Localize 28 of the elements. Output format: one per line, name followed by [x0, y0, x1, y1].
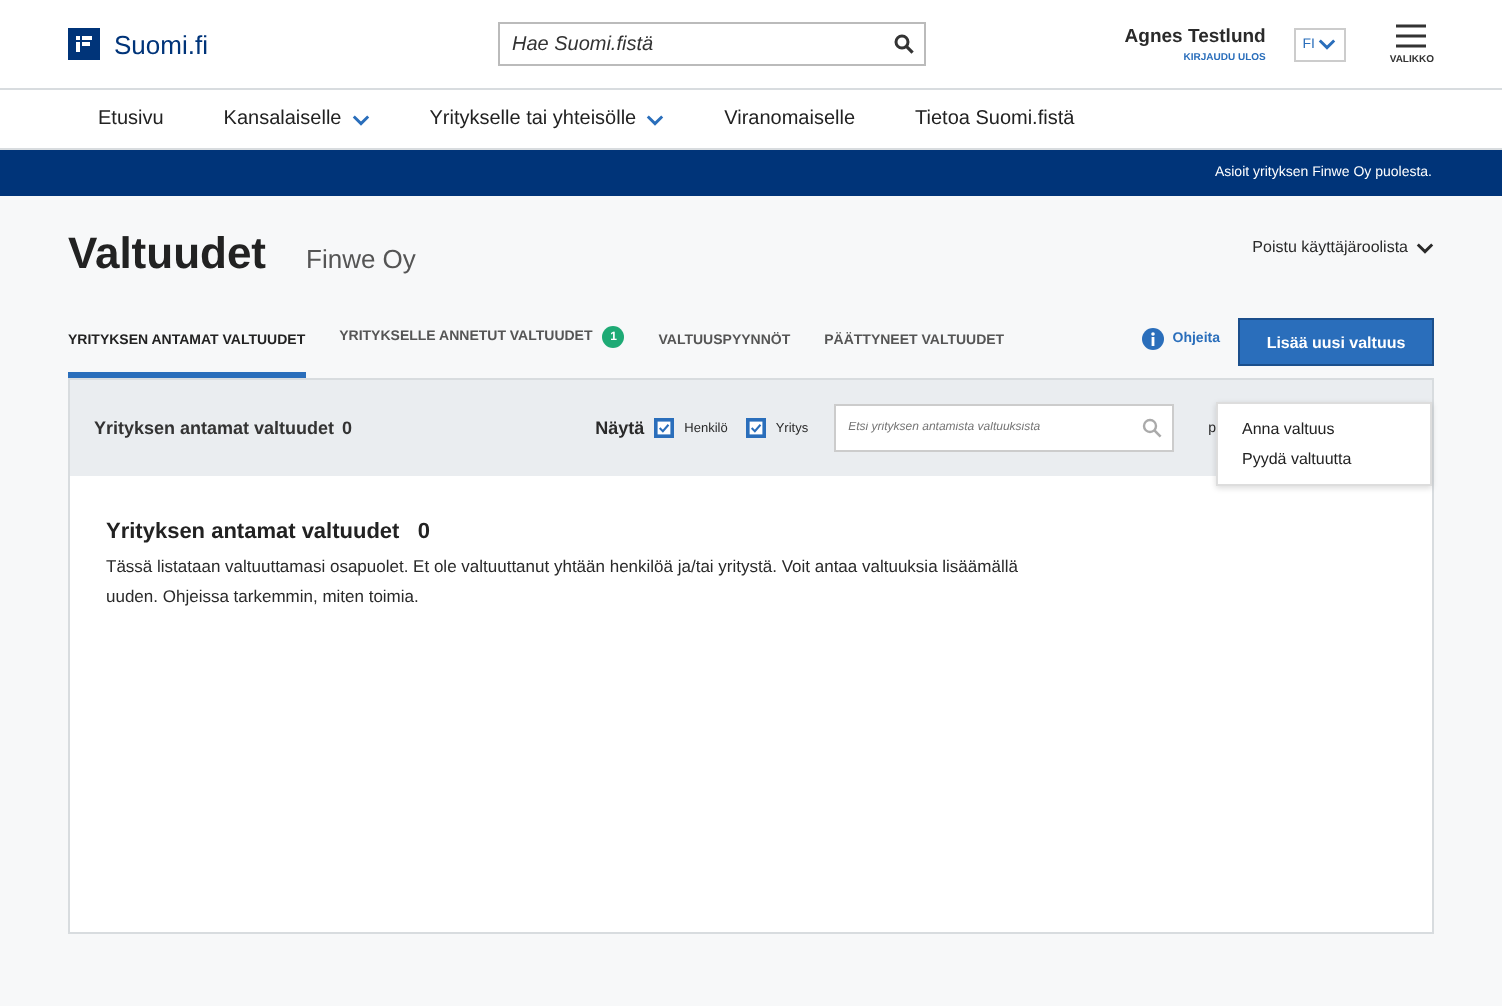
toolbar-title: Yrityksen antamat valtuudet [94, 418, 335, 438]
menu-item[interactable]: Anna valtuus [1218, 420, 1359, 438]
chevron-down-icon [1416, 241, 1434, 253]
nav-link[interactable]: Viranomaiselle [724, 108, 856, 130]
menu-icon [1396, 23, 1427, 47]
chevron-down-icon [1318, 38, 1337, 50]
filter-label: Näytä [595, 418, 645, 438]
empty-state-text: Tässä listataan valtuuttamasi osapuolet. Et ole valtuuttanut yhtään henkilöä ja/tai yritystä. Voit antaa valtuuksia lisäämällä uuden. Ohjeissa tarkemmin, miten toimia. [106, 554, 1020, 610]
section-title: Yrityksen antamat valtuudet 0 [106, 520, 433, 544]
user-name: Agnes Testlund [1124, 25, 1266, 47]
chevron-down-icon [351, 113, 370, 125]
nav-link[interactable]: Tietoa Suomi.fistä [915, 108, 1075, 130]
nav-link[interactable]: Yritykselle tai yhteisölle [429, 108, 665, 130]
checkbox[interactable] [745, 418, 766, 438]
search-icon[interactable] [893, 34, 914, 54]
nav-link[interactable]: Kansalaiselle [223, 108, 370, 130]
checkbox[interactable] [654, 418, 675, 438]
search-field[interactable]: Hae Suomi.fistä [497, 22, 926, 66]
nav-link[interactable]: Etusivu [98, 108, 164, 130]
chevron-down-icon [646, 113, 665, 125]
logo-text[interactable]: Suomi.fi [114, 29, 208, 59]
page-subtitle: Finwe Oy [306, 244, 416, 274]
add-button[interactable]: Lisää uusi valtuus [1238, 318, 1434, 366]
toolbar-count: 0 [342, 418, 353, 438]
info-icon [1142, 328, 1165, 350]
menu-item[interactable]: Pyydä valtuutta [1218, 450, 1376, 468]
page-title: Valtuudet [68, 228, 267, 280]
role-menu[interactable]: Poistu käyttäjäroolista [1252, 238, 1434, 256]
